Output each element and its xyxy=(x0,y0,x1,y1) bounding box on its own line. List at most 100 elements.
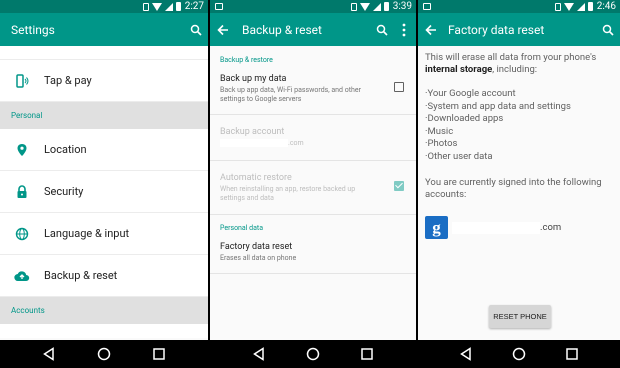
pref-automatic-restore[interactable]: Automatic restore When reinstalling an a… xyxy=(210,173,416,203)
intro-text: This will erase all data from your phone… xyxy=(425,52,614,76)
factory-reset-screen: 2:46 Factory data reset This will erase … xyxy=(418,0,620,368)
home-nav-icon[interactable] xyxy=(92,343,116,365)
settings-item-backup-reset[interactable]: Backup & reset xyxy=(0,255,208,297)
page-title: Factory data reset xyxy=(448,22,545,37)
pref-title: Automatic restore xyxy=(220,173,292,183)
pref-summary: Erases all data on phone xyxy=(220,254,297,262)
settings-item-label: Backup & reset xyxy=(44,269,118,282)
pref-title: Back up my data xyxy=(220,74,287,84)
vibrate-icon xyxy=(142,2,149,11)
pref-summary: Back up app data, Wi-Fi passwords, and o… xyxy=(220,86,361,103)
section-header-accounts: Accounts xyxy=(0,297,208,324)
back-nav-icon[interactable] xyxy=(247,343,271,365)
recents-nav-icon[interactable] xyxy=(147,343,171,365)
search-icon[interactable] xyxy=(600,20,616,40)
page-title: Settings xyxy=(11,22,55,37)
restore-checkbox[interactable] xyxy=(394,181,404,191)
app-bar: Settings xyxy=(0,13,208,46)
pref-title: Factory data reset xyxy=(220,242,293,252)
list-item-partial xyxy=(0,324,208,338)
settings-item-label: Security xyxy=(44,185,84,198)
account-domain: .com xyxy=(288,139,304,147)
back-nav-icon[interactable] xyxy=(37,343,61,365)
status-time: 2:27 xyxy=(184,1,204,12)
list-item-partial xyxy=(0,46,208,60)
settings-item-language[interactable]: Language & input xyxy=(0,213,208,255)
signal-icon xyxy=(576,2,585,11)
pref-factory-data-reset[interactable]: Factory data reset Erases all data on ph… xyxy=(210,242,416,263)
redacted-email xyxy=(452,221,540,234)
list-item: ·System and app data and settings xyxy=(425,100,571,112)
intro-suffix: , including: xyxy=(492,64,538,75)
intro-bold: internal storage xyxy=(425,64,493,75)
recents-nav-icon[interactable] xyxy=(355,343,379,365)
status-time: 2:46 xyxy=(596,1,616,12)
account-row: g .com xyxy=(425,216,614,239)
notification-image-icon xyxy=(215,3,223,10)
overflow-menu-icon[interactable] xyxy=(396,20,412,40)
app-bar: Backup & reset xyxy=(210,13,416,46)
battery-icon xyxy=(175,2,181,11)
settings-item-security[interactable]: Security xyxy=(0,171,208,213)
navigation-bar xyxy=(0,340,208,368)
list-item: ·Your Google account xyxy=(425,88,516,99)
backup-settings-list: Backup & restore Back up my data Back up… xyxy=(210,46,416,340)
wifi-icon xyxy=(563,2,574,11)
account-email: .com xyxy=(452,221,562,234)
search-icon[interactable] xyxy=(374,20,390,40)
recents-nav-icon[interactable] xyxy=(560,343,584,365)
status-bar: 2:27 xyxy=(0,0,208,13)
status-time: 3:39 xyxy=(392,1,412,12)
settings-item-label: Language & input xyxy=(44,227,130,240)
google-logo-icon: g xyxy=(425,216,448,239)
status-bar: 3:39 xyxy=(210,0,416,13)
factory-reset-content: This will erase all data from your phone… xyxy=(418,46,620,340)
status-bar: 2:46 xyxy=(418,0,620,13)
battery-icon xyxy=(383,2,389,11)
vibrate-icon xyxy=(554,2,561,11)
backup-checkbox[interactable] xyxy=(394,82,404,92)
divider xyxy=(210,160,416,161)
list-item: ·Music xyxy=(425,125,454,137)
vibrate-icon xyxy=(350,2,357,11)
lock-icon xyxy=(0,184,44,199)
settings-item-label: Location xyxy=(44,143,87,156)
settings-item-location[interactable]: Location xyxy=(0,129,208,171)
intro-prefix: This will erase all data from your phone… xyxy=(425,52,597,63)
settings-list: Tap & pay Personal Location Security Lan… xyxy=(0,46,208,340)
signal-icon xyxy=(164,2,173,11)
back-arrow-icon[interactable] xyxy=(418,13,444,46)
back-arrow-icon[interactable] xyxy=(210,13,236,46)
pref-summary: When reinstalling an app, restore backed… xyxy=(220,185,356,202)
tap-pay-icon xyxy=(0,73,44,88)
list-item: ·Photos xyxy=(425,138,458,149)
reset-phone-button[interactable]: RESET PHONE xyxy=(489,305,551,328)
notification-image-icon xyxy=(423,3,431,10)
app-bar: Factory data reset xyxy=(418,13,620,46)
settings-screen: 2:27 Settings Tap & pay Personal Locatio… xyxy=(0,0,208,368)
navigation-bar xyxy=(210,340,416,368)
account-domain: .com xyxy=(540,222,562,233)
pref-backup-account[interactable]: Backup account .com xyxy=(210,127,416,148)
pref-backup-my-data[interactable]: Back up my data Back up app data, Wi-Fi … xyxy=(210,74,416,104)
section-header-personal: Personal xyxy=(0,102,208,129)
list-item: ·Other user data xyxy=(425,150,493,162)
battery-icon xyxy=(587,2,593,11)
wifi-icon xyxy=(359,2,370,11)
settings-item-label: Tap & pay xyxy=(44,74,92,87)
wifi-icon xyxy=(151,2,162,11)
pref-summary: .com xyxy=(220,139,376,148)
category-backup-restore: Backup & restore xyxy=(220,56,273,64)
settings-item-tap-pay[interactable]: Tap & pay xyxy=(0,60,208,102)
pref-title: Backup account xyxy=(220,127,285,137)
divider xyxy=(210,273,416,274)
home-nav-icon[interactable] xyxy=(301,343,325,365)
globe-icon xyxy=(0,227,44,241)
signal-icon xyxy=(372,2,381,11)
back-nav-icon[interactable] xyxy=(454,343,478,365)
redacted-email xyxy=(220,139,288,148)
category-personal-data: Personal data xyxy=(220,224,264,232)
page-title: Backup & reset xyxy=(242,22,322,37)
search-icon[interactable] xyxy=(188,20,204,40)
home-nav-icon[interactable] xyxy=(507,343,531,365)
